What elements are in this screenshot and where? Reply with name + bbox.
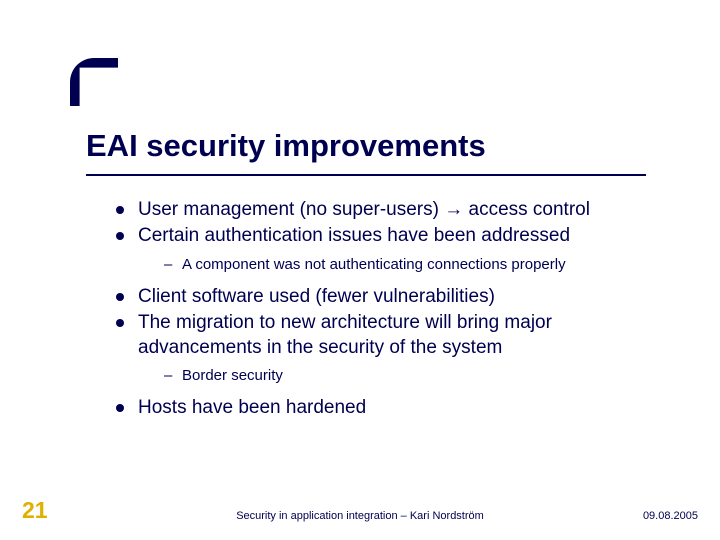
slide: EAI security improvements User managemen… — [0, 0, 720, 540]
title-underline — [86, 174, 646, 176]
list-item-text: The migration to new architecture will b… — [138, 312, 552, 357]
list-item: Client software used (fewer vulnerabilit… — [116, 285, 680, 309]
list-item: User management (no super-users) → acces… — [116, 198, 680, 222]
slide-title: EAI security improvements — [86, 128, 680, 174]
corner-decoration — [70, 58, 118, 106]
list-item-text: Client software used (fewer vulnerabilit… — [138, 286, 495, 307]
list-item: Certain authentication issues have been … — [116, 224, 680, 275]
sub-list-item-text: A component was not authenticating conne… — [182, 256, 566, 273]
title-block: EAI security improvements — [86, 128, 680, 176]
list-item-text: Certain authentication issues have been … — [138, 225, 570, 246]
list-item: Hosts have been hardened — [116, 396, 680, 420]
footer-center: Security in application integration – Ka… — [0, 510, 720, 522]
content-area: User management (no super-users) → acces… — [116, 198, 680, 422]
bullet-list: User management (no super-users) → acces… — [116, 198, 680, 420]
list-item: The migration to new architecture will b… — [116, 311, 680, 386]
sub-bullet-list: Border security — [138, 366, 680, 386]
sub-bullet-list: A component was not authenticating conne… — [138, 255, 680, 275]
list-item-text: User management (no super-users) → acces… — [138, 199, 590, 220]
sub-list-item-text: Border security — [182, 367, 283, 384]
sub-list-item: A component was not authenticating conne… — [164, 255, 680, 275]
list-item-text: Hosts have been hardened — [138, 397, 366, 418]
footer-date: 09.08.2005 — [643, 510, 698, 522]
sub-list-item: Border security — [164, 366, 680, 386]
